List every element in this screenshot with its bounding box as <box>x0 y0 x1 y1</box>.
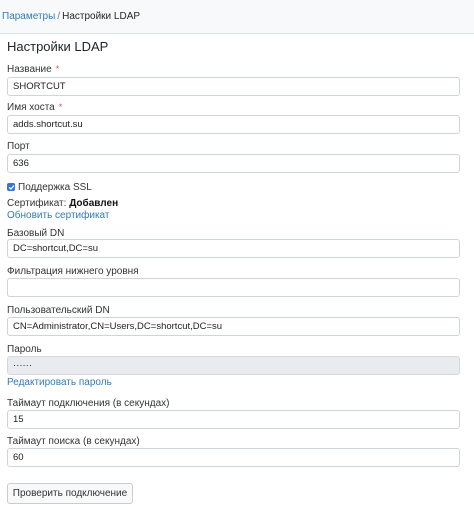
edit-password-link[interactable]: Редактировать пароль <box>7 377 112 388</box>
breadcrumb-current: Настройки LDAP <box>62 11 141 22</box>
base-dn-field[interactable] <box>7 239 460 258</box>
breadcrumb-link-settings[interactable]: Параметры <box>2 11 55 22</box>
checkmark-icon <box>8 184 14 190</box>
certificate-status-value: Добавлен <box>69 198 119 209</box>
certificate-status: Сертификат: Добавлен <box>7 198 119 209</box>
search-timeout-field[interactable] <box>7 448 460 467</box>
connect-timeout-field[interactable] <box>7 410 460 429</box>
ssl-label: Поддержка SSL <box>18 181 92 193</box>
ssl-checkbox-row[interactable]: Поддержка SSL <box>7 181 92 193</box>
port-field[interactable] <box>7 154 460 173</box>
connect-timeout-label: Таймаут подключения (в секундах) <box>7 398 170 409</box>
page-title: Настройки LDAP <box>7 39 109 54</box>
host-label: Имя хоста * <box>7 102 63 113</box>
update-certificate-link[interactable]: Обновить сертификат <box>7 210 109 221</box>
name-label: Название * <box>7 64 60 75</box>
user-dn-field[interactable] <box>7 317 460 336</box>
breadcrumb-separator: / <box>57 11 61 22</box>
ssl-checkbox[interactable] <box>7 183 15 191</box>
test-connection-button[interactable]: Проверить подключение <box>7 483 133 504</box>
password-label: Пароль <box>7 344 42 355</box>
host-field[interactable] <box>7 115 460 134</box>
filter-field[interactable] <box>7 278 460 297</box>
port-label: Порт <box>7 141 30 152</box>
required-marker: * <box>58 102 63 112</box>
password-field <box>7 356 460 375</box>
search-timeout-label: Таймаут поиска (в секундах) <box>7 436 140 447</box>
name-field[interactable] <box>7 77 460 96</box>
base-dn-label: Базовый DN <box>7 228 65 239</box>
user-dn-label: Пользовательский DN <box>7 305 110 316</box>
breadcrumb: Параметры / Настройки LDAP <box>0 0 474 34</box>
filter-label: Фильтрация нижнего уровня <box>7 266 139 277</box>
required-marker: * <box>55 64 60 74</box>
